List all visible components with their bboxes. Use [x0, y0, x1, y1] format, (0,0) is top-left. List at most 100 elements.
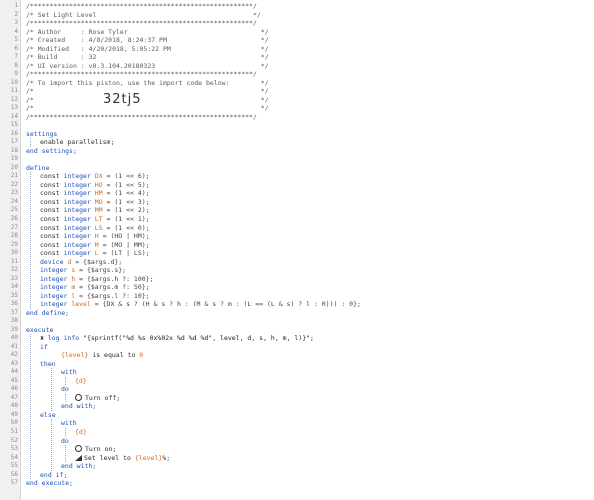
code-editor[interactable]: 1 /**************************************… [0, 0, 594, 500]
code-line: 50 with [0, 419, 594, 428]
line-number: 44 [10, 368, 18, 376]
code-line: 5 /* Created : 4/8/2018, 8:24:37 PM */ [0, 36, 594, 45]
line-code: Turn on; [75, 445, 116, 454]
line-number: 13 [10, 104, 18, 112]
line-code: /* */ [26, 87, 269, 96]
line-number: 28 [10, 232, 18, 240]
line-code: /* */ [26, 104, 269, 113]
line-code: const integer LT = (1 << 1); [40, 215, 150, 223]
line-code: integer s = {$args.s}; [40, 266, 127, 275]
line-number: 52 [10, 436, 18, 444]
line-number: 35 [10, 291, 18, 299]
line-code: end execute; [26, 479, 73, 488]
code-line: 16 settings [0, 130, 594, 139]
line-number: 8 [14, 61, 18, 69]
code-line: 25 const integer MM = (1 << 2); [0, 206, 594, 215]
code-line: 54 Set level to {level}%; [0, 454, 594, 463]
indent-guide [65, 445, 66, 463]
indent-guide [51, 419, 52, 471]
line-code: ♜ log info "{sprintf("%d %s 0x%02x %d %d… [40, 334, 314, 343]
code-line: 33 integer h = {$args.h ?: 100}; [0, 275, 594, 284]
line-code: else [40, 410, 56, 419]
code-line: 35 integer l = {$args.l ?: 10}; [0, 292, 594, 301]
line-code: if [40, 342, 48, 351]
code-line: 8 /* UI version : v0.3.104.20180323 */ [0, 62, 594, 71]
code-line: 26 const integer LT = (1 << 1); [0, 215, 594, 224]
code-line: 9 /**************************************… [0, 70, 594, 79]
code-line: 45 {d} [0, 377, 594, 386]
line-number: 31 [10, 257, 18, 265]
line-number: 3 [14, 19, 18, 27]
line-code: /***************************************… [26, 70, 257, 79]
indent-guide [65, 393, 66, 403]
line-number: 24 [10, 197, 18, 205]
line-number: 54 [10, 453, 18, 461]
line-number: 37 [10, 308, 18, 316]
line-number: 7 [14, 53, 18, 61]
indent-guide [65, 376, 66, 386]
line-number: 36 [10, 300, 18, 308]
line-number: 26 [10, 215, 18, 222]
line-code: end with; [61, 462, 97, 471]
line-code: define [26, 163, 50, 172]
code-line: 34 integer m = {$args.m ?: 50}; [0, 283, 594, 292]
line-code: const integer MO = (1 << 3); [40, 197, 150, 206]
line-code: end with; [61, 402, 97, 411]
code-line: 31 device d = {$args.d}; [0, 258, 594, 267]
code-line: 3 /**************************************… [0, 19, 594, 28]
line-number: 34 [10, 283, 18, 291]
line-code: integer level = {DX & s ? (H & s ? h : (… [40, 300, 361, 309]
line-number: 17 [10, 138, 18, 146]
code-line: 56 end if; [0, 471, 594, 480]
line-code: with [61, 368, 77, 377]
code-line: 18 end settings; [0, 147, 594, 156]
code-line: 43 then [0, 360, 594, 369]
code-line: 10 /* To import this piston, use the impo… [0, 79, 594, 88]
line-code: Turn off; [75, 393, 120, 403]
line-code: const integer L = (LT | LS); [40, 249, 150, 258]
line-number: 56 [10, 470, 18, 478]
line-number: 2 [14, 10, 18, 18]
code-line: 38 [0, 317, 594, 326]
indent-guide [51, 368, 52, 411]
code-line: 21 const integer DX = (1 << 6); [0, 172, 594, 181]
line-number: 32 [10, 266, 18, 274]
code-line: 44 with [0, 368, 594, 377]
line-code: /***************************************… [26, 112, 257, 121]
line-code: const integer HO = (1 << 5); [40, 180, 150, 189]
line-code: end settings; [26, 146, 77, 155]
import-code: 32tj5 [103, 92, 142, 107]
indent-guide [30, 138, 31, 147]
line-code: integer h = {$args.h ?: 100}; [40, 274, 154, 283]
code-line: 42 {level} is equal to 0 [0, 351, 594, 360]
line-code: {d} [75, 376, 87, 385]
indent-guide [65, 428, 66, 437]
line-code: with [61, 419, 77, 428]
code-line: 17 enable parallelism; [0, 138, 594, 147]
code-line: 28 const integer H = (HO | HM); [0, 232, 594, 241]
code-line: 6 /* Modified : 4/20/2018, 5:05:22 PM */ [0, 45, 594, 54]
line-number: 43 [10, 359, 18, 367]
code-line: 27 const integer LS = (1 << 0); [0, 224, 594, 233]
code-line: 7 /* Build : 32 */ [0, 53, 594, 62]
code-line: 48 end with; [0, 402, 594, 411]
line-code: const integer HM = (1 << 4); [40, 189, 150, 198]
line-code: const integer M = (MO | MM); [40, 240, 150, 249]
code-line: 14 /*************************************… [0, 113, 594, 122]
line-code: /* Modified : 4/20/2018, 5:05:22 PM */ [26, 44, 269, 53]
line-number: 19 [10, 155, 18, 163]
line-number: 48 [10, 402, 18, 410]
code-line: 23 const integer HM = (1 << 4); [0, 189, 594, 198]
line-number: 20 [10, 163, 18, 171]
code-line: 41 if [0, 343, 594, 352]
line-code: end define; [26, 308, 70, 317]
line-number: 6 [14, 44, 18, 52]
line-number: 10 [10, 78, 18, 86]
code-line: 12 /* */ [0, 96, 594, 105]
indent-guide [30, 172, 31, 309]
line-code: /* To import this piston, use the import… [26, 78, 269, 87]
code-line: 57 end execute; [0, 479, 594, 488]
line-number: 27 [10, 223, 18, 231]
line-number: 12 [10, 95, 18, 103]
code-line: 47 Turn off; [0, 393, 594, 403]
